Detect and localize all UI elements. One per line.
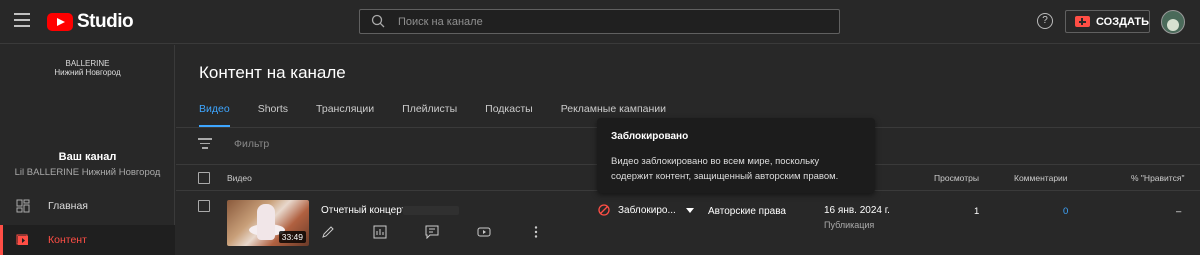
tab-videos[interactable]: Видео <box>199 103 230 127</box>
tab-live[interactable]: Трансляции <box>316 103 374 127</box>
views-count: 1 <box>974 206 980 217</box>
help-icon[interactable]: ? <box>1037 13 1053 29</box>
content-icon <box>16 234 28 245</box>
dashboard-icon <box>16 199 30 213</box>
analytics-icon[interactable] <box>373 225 387 239</box>
row-actions <box>321 225 543 239</box>
video-title[interactable]: Отчетный концерт <box>321 205 406 216</box>
tooltip-title: Заблокировано <box>611 131 689 142</box>
column-header-video: Видео <box>227 173 252 183</box>
your-channel-label: Ваш канал <box>58 151 117 163</box>
comments-icon[interactable] <box>425 225 439 239</box>
restriction-label: Заблокиро... <box>618 204 676 216</box>
sidebar-item-label: Главная <box>48 200 88 212</box>
create-video-icon <box>1075 16 1090 27</box>
table-row[interactable]: 33:49 Отчетный концерт Заблокиро... Авто… <box>176 192 1200 253</box>
page-title: Контент на канале <box>199 63 346 82</box>
search-icon[interactable] <box>371 14 385 28</box>
channel-banner-line1: BALLERINE <box>65 59 110 68</box>
tab-shorts[interactable]: Shorts <box>258 103 288 127</box>
filter-input[interactable]: Фильтр <box>234 138 269 150</box>
create-button-label: СОЗДАТЬ <box>1096 15 1149 28</box>
blocked-icon <box>598 204 610 216</box>
logo-text: Studio <box>77 11 134 32</box>
video-duration: 33:49 <box>278 231 306 243</box>
restriction-status[interactable]: Заблокиро... <box>598 204 694 216</box>
restriction-reason: Авторские права <box>708 206 786 217</box>
comments-count[interactable]: 0 <box>1063 206 1068 217</box>
video-thumbnail[interactable]: 33:49 <box>227 200 309 246</box>
channel-banner[interactable]: BALLERINE Нижний Новгород <box>0 59 175 77</box>
more-options-icon[interactable] <box>529 225 543 239</box>
sidebar-item-label: Контент <box>48 234 87 246</box>
title-redaction <box>403 206 459 215</box>
channel-banner-line2: Нижний Новгород <box>54 68 121 77</box>
sidebar-item-content[interactable]: Контент <box>0 225 175 255</box>
column-header-views[interactable]: Просмотры <box>934 173 979 183</box>
select-all-checkbox[interactable] <box>198 172 210 184</box>
youtube-view-icon[interactable] <box>477 225 491 239</box>
column-header-likes[interactable]: % "Нравится" <box>1131 173 1184 183</box>
column-header-comments[interactable]: Комментарии <box>1014 173 1068 183</box>
row-checkbox[interactable] <box>198 200 210 212</box>
search-box[interactable] <box>359 9 840 34</box>
thumbnail-figure <box>257 204 275 240</box>
likes-percent: – <box>1176 206 1182 217</box>
sidebar-item-dashboard[interactable]: Главная <box>0 191 175 221</box>
youtube-logo-icon <box>47 13 73 31</box>
chevron-down-icon[interactable] <box>685 207 694 213</box>
channel-name: Lil BALLERINE Нижний Новгород <box>14 167 161 178</box>
create-button[interactable]: СОЗДАТЬ <box>1065 10 1150 33</box>
sidebar: BALLERINE Нижний Новгород Ваш канал Lil … <box>0 45 175 255</box>
hamburger-menu-icon[interactable] <box>14 13 30 27</box>
account-avatar[interactable] <box>1161 10 1185 34</box>
publish-status: Публикация <box>824 220 875 230</box>
restriction-tooltip: Заблокировано Видео заблокировано во все… <box>597 118 875 193</box>
filter-icon[interactable] <box>198 138 212 149</box>
tab-playlists[interactable]: Плейлисты <box>402 103 457 127</box>
publish-date: 16 янв. 2024 г. <box>824 205 890 216</box>
search-input[interactable] <box>398 10 828 33</box>
studio-logo[interactable]: Studio <box>47 11 134 33</box>
tooltip-body: Видео заблокировано во всем мире, поскол… <box>611 156 839 182</box>
top-bar: Studio ? СОЗДАТЬ <box>0 0 1200 44</box>
edit-icon[interactable] <box>321 225 335 239</box>
tab-podcasts[interactable]: Подкасты <box>485 103 533 127</box>
